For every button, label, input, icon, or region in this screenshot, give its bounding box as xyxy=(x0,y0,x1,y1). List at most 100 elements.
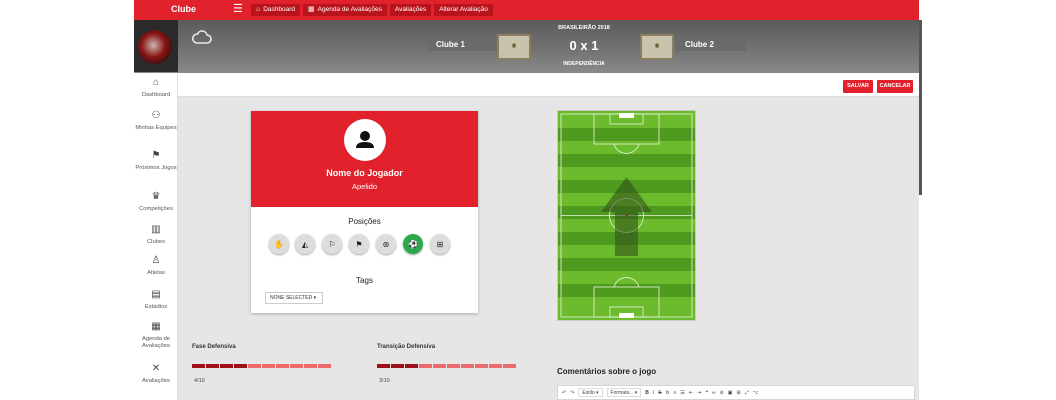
position-left-wing-button[interactable]: ⚐ xyxy=(322,234,342,254)
rating-segment[interactable] xyxy=(248,364,261,368)
bulleted-list-icon[interactable]: ☰ xyxy=(680,390,684,396)
style-select[interactable]: Estilo ▾ xyxy=(578,388,603,397)
position-right-wing-button[interactable]: ⚑ xyxy=(349,234,369,254)
source-icon[interactable]: ⌥ xyxy=(753,390,759,396)
soccer-pitch[interactable] xyxy=(557,110,696,321)
rating-segment[interactable] xyxy=(475,364,488,368)
steering-wheel-icon: ⊛ xyxy=(382,239,390,249)
goalkeeper-gloves-icon: ✋ xyxy=(274,239,284,249)
comments-editor-toolbar: ↶ ↷ Estilo ▾ Formata... ▾ B I S Ix ≡ ☰ ⇤… xyxy=(557,385,915,400)
indent-icon[interactable]: ⇥ xyxy=(697,390,701,396)
maximize-icon[interactable]: ⤢ xyxy=(745,390,749,396)
breadcrumb-dashboard[interactable]: ⌂ Dashboard xyxy=(251,4,301,16)
rating-segment[interactable] xyxy=(433,364,446,368)
building-icon: ▥ xyxy=(151,224,161,235)
cancel-button[interactable]: CANCELAR xyxy=(877,80,913,93)
undo-icon[interactable]: ↶ xyxy=(562,390,566,396)
format-select[interactable]: Formata... ▾ xyxy=(606,388,642,397)
sidebar-item-atletas[interactable]: ♙ Atletas xyxy=(134,255,178,277)
rating-segment[interactable] xyxy=(262,364,275,368)
goal-top xyxy=(619,113,634,118)
home-icon: ⌂ xyxy=(152,77,160,88)
rating-segment[interactable] xyxy=(220,364,233,368)
breadcrumb: ⌂ Dashboard ▦ Agenda de Avaliações Avali… xyxy=(251,4,493,16)
rating-segment[interactable] xyxy=(234,364,247,368)
image-icon[interactable]: ▣ xyxy=(728,390,733,396)
sidebar-item-agenda-avaliacoes[interactable]: ▦ Agenda de Avaliações xyxy=(134,321,178,350)
rating-segment[interactable] xyxy=(276,364,289,368)
breadcrumb-avaliacoes[interactable]: Avaliações xyxy=(389,4,432,16)
app-title: Clube xyxy=(171,4,197,14)
italic-icon[interactable]: I xyxy=(653,390,654,396)
scrollbar[interactable] xyxy=(919,20,922,195)
bold-icon[interactable]: B xyxy=(645,390,649,396)
numbered-list-icon[interactable]: ≡ xyxy=(674,390,677,396)
rating-segment[interactable] xyxy=(447,364,460,368)
table-icon[interactable]: ⊞ xyxy=(737,390,741,396)
rating-segment[interactable] xyxy=(461,364,474,368)
tags-select[interactable]: NONE SELECTED ▾ xyxy=(265,292,323,304)
sidebar-item-minhas-equipes[interactable]: ⚇ Minhas Equipes xyxy=(134,110,178,132)
rating-segment[interactable] xyxy=(192,364,205,368)
match-score: 0 x 1 xyxy=(569,38,599,53)
stadium-icon: ▤ xyxy=(151,289,161,300)
sidebar-item-competicoes[interactable]: ♛ Competições xyxy=(134,191,178,213)
position-defender-button[interactable]: ◭ xyxy=(295,234,315,254)
player-avatar-icon[interactable] xyxy=(344,119,386,161)
phase-value-fase-defensiva: 4/10 xyxy=(194,378,205,384)
home-team-name: Clube 1 xyxy=(428,39,498,51)
position-goalkeeper-button[interactable]: ✋ xyxy=(269,234,289,254)
avatar[interactable] xyxy=(138,30,172,64)
rating-segment[interactable] xyxy=(405,364,418,368)
rating-segment[interactable] xyxy=(377,364,390,368)
home-team-crest: ⚜ xyxy=(497,34,531,60)
sidebar-item-avaliacoes[interactable]: ✕ Avaliações xyxy=(134,363,178,385)
competition-name: BRASILEIRÃO 2018 xyxy=(558,25,610,31)
user-avatar-panel[interactable] xyxy=(134,20,178,72)
breadcrumb-agenda[interactable]: ▦ Agenda de Avaliações xyxy=(303,4,387,16)
away-team-crest: ⚜ xyxy=(640,34,674,60)
save-button[interactable]: SALVAR xyxy=(843,80,873,93)
redo-icon[interactable]: ↷ xyxy=(570,390,574,396)
positions-title: Posições xyxy=(348,217,381,226)
rating-segment[interactable] xyxy=(419,364,432,368)
stadium-name: INDEPENDÊNCIA xyxy=(563,61,605,67)
player-card: Nome do Jogador Apelido Posições ✋ ◭ ⚐ ⚑… xyxy=(251,111,478,313)
phase-rating-fase-defensiva[interactable] xyxy=(192,364,331,368)
sidebar: ⌂ Dashboard ⚇ Minhas Equipes ⚑ Próximos … xyxy=(134,73,178,400)
rating-segment[interactable] xyxy=(391,364,404,368)
chevron-down-icon: ▾ xyxy=(313,295,317,301)
unlink-icon[interactable]: ⊘ xyxy=(720,390,724,396)
breadcrumb-alterar-avaliacao: Alterar Avaliação xyxy=(434,4,493,16)
phase-value-transicao-defensiva: 3/10 xyxy=(379,378,390,384)
player-nickname: Apelido xyxy=(351,182,378,191)
link-icon[interactable]: ∞ xyxy=(712,390,716,396)
position-goal-button[interactable]: ⊞ xyxy=(430,234,450,254)
sidebar-item-estadios[interactable]: ▤ Estádios xyxy=(134,289,178,311)
pitch-graphic xyxy=(558,111,695,320)
sidebar-item-proximos-jogos[interactable]: ⚑ Próximos Jogos xyxy=(134,150,178,172)
goal-icon: ⊞ xyxy=(436,239,444,249)
rating-segment[interactable] xyxy=(304,364,317,368)
rating-segment[interactable] xyxy=(489,364,502,368)
flag-icon: ⚑ xyxy=(151,150,161,161)
phase-label-fase-defensiva: Fase Defensiva xyxy=(192,344,236,350)
menu-toggle-icon[interactable]: ☰ xyxy=(233,3,243,15)
remove-format-icon[interactable]: Ix xyxy=(666,390,670,396)
tags-title: Tags xyxy=(356,276,373,285)
position-forward-button[interactable]: ⚽ xyxy=(403,234,423,254)
blockquote-icon[interactable]: ❝ xyxy=(705,390,708,396)
rating-segment[interactable] xyxy=(206,364,219,368)
outdent-icon[interactable]: ⇤ xyxy=(689,390,693,396)
phase-rating-transicao-defensiva[interactable] xyxy=(377,364,516,368)
calendar-icon: ▦ xyxy=(308,6,315,13)
strikethrough-icon[interactable]: S xyxy=(658,390,661,396)
sidebar-item-dashboard[interactable]: ⌂ Dashboard xyxy=(134,77,178,99)
rating-segment[interactable] xyxy=(318,364,331,368)
rating-segment[interactable] xyxy=(503,364,516,368)
sidebar-item-clubes[interactable]: ▥ Clubes xyxy=(134,224,178,246)
action-bar: SALVAR CANCELAR xyxy=(178,73,920,97)
rating-segment[interactable] xyxy=(290,364,303,368)
corner-flag-left-icon: ⚐ xyxy=(328,239,336,249)
position-midfield-button[interactable]: ⊛ xyxy=(376,234,396,254)
